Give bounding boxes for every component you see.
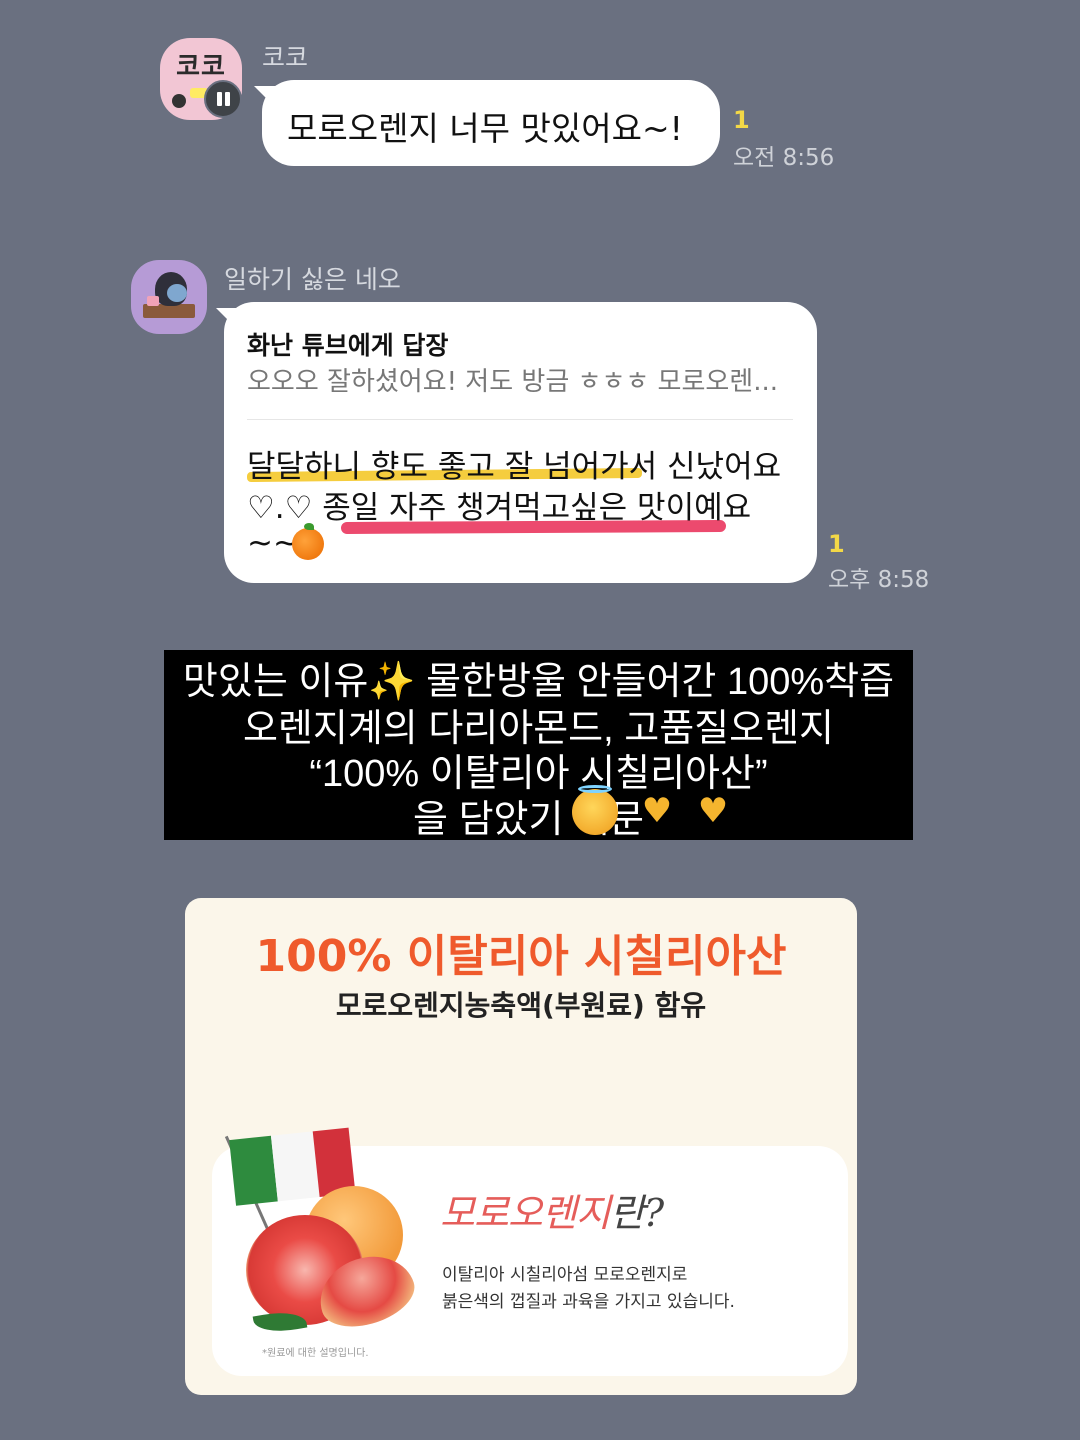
product-title: 100% 이탈리아 시칠리아산 <box>255 931 787 982</box>
info-heading-rest: 란? <box>609 1191 664 1235</box>
message-time: 오전 8:56 <box>733 145 835 171</box>
reply-quote[interactable]: 오오오 잘하셨어요! 저도 방금 ㅎㅎㅎ 모로오렌... <box>247 361 778 398</box>
avatar-desk <box>143 304 195 318</box>
message-time: 오후 8:58 <box>828 567 930 593</box>
product-subtitle: 모로오렌지농축액(부원료) 함유 <box>335 989 707 1022</box>
pause-icon[interactable] <box>204 80 242 118</box>
unread-count: 1 <box>733 106 750 134</box>
unread-count: 1 <box>828 530 845 558</box>
message-line: ♡.♡ 종일 자주 챙겨먹고싶은 맛이예요 <box>247 490 752 526</box>
avatar-cup <box>147 296 159 306</box>
heart-hands-icon: ♥ <box>697 791 729 831</box>
info-heading: 모로오렌지란? <box>440 1182 664 1237</box>
avatar-face <box>167 284 187 302</box>
info-heading-highlight: 모로오렌지 <box>440 1191 611 1235</box>
message-line: 달달하니 향도 좋고 잘 넘어가서 신났어요 <box>247 449 782 485</box>
halo-face-icon <box>572 785 618 835</box>
footnote: *원료에 대한 설명입니다. <box>262 1348 369 1359</box>
microphone-icon <box>172 94 186 108</box>
avatar-label: 코코 <box>176 52 226 82</box>
info-description: 이탈리아 시칠리아섬 모로오렌지로 <box>442 1265 688 1285</box>
info-description: 붉은색의 껍질과 과육을 가지고 있습니다. <box>442 1292 735 1312</box>
caption-line: 을 담았기 때문 <box>413 799 644 841</box>
sender-name: 코코 <box>262 43 309 72</box>
divider <box>247 419 793 420</box>
heart-hands-icon: ♥ <box>641 791 673 831</box>
orange-emoji-icon <box>292 523 324 560</box>
message-text: 모로오렌지 너무 맛있어요~! <box>287 109 683 148</box>
sender-name: 일하기 싫은 네오 <box>224 265 401 294</box>
avatar-neo[interactable] <box>131 260 207 334</box>
reply-title[interactable]: 화난 튜브에게 답장 <box>247 326 448 362</box>
